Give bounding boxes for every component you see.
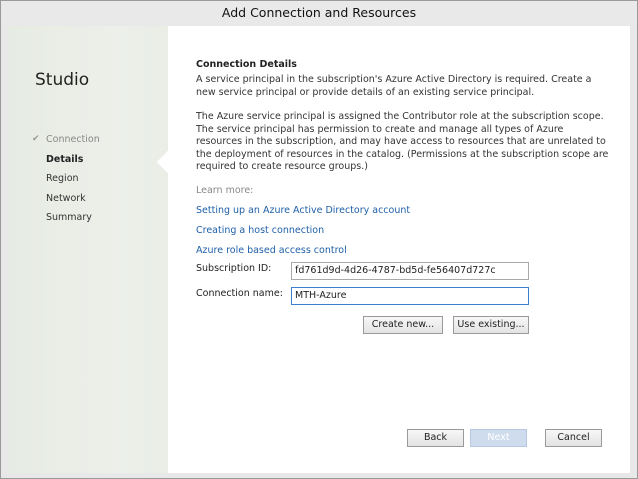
window-title: Add Connection and Resources — [1, 1, 637, 25]
step-label: Region — [46, 173, 79, 184]
wizard-sidebar: Studio ✔ Connection Details Region Netwo… — [8, 26, 168, 473]
intro-paragraph: A service principal in the subscription'… — [196, 74, 592, 98]
next-button[interactable]: Next — [470, 429, 527, 447]
step-details[interactable]: Details — [32, 150, 100, 170]
link-host-connection[interactable]: Creating a host connection — [196, 225, 611, 236]
check-icon: ✔ — [32, 134, 40, 144]
link-azure-rbac[interactable]: Azure role based access control — [196, 245, 611, 256]
dialog-window: Add Connection and Resources Studio ✔ Co… — [0, 0, 638, 479]
main-content: Connection Details A service principal i… — [196, 59, 611, 256]
subscription-id-field[interactable]: fd761d9d-4d26-4787-bd5d-fe56407d727c — [291, 262, 529, 280]
step-label: Network — [46, 192, 86, 204]
step-label: Summary — [46, 212, 92, 223]
permissions-paragraph: The Azure service principal is assigned … — [196, 111, 609, 172]
subscription-id-label: Subscription ID: — [196, 263, 272, 274]
back-button[interactable]: Back — [407, 429, 464, 447]
learn-more-label: Learn more: — [196, 184, 254, 196]
wizard-steps: ✔ Connection Details Region Network Summ… — [32, 130, 100, 228]
app-name: Studio — [35, 70, 90, 90]
dialog-client-area: Studio ✔ Connection Details Region Netwo… — [8, 26, 630, 473]
step-summary[interactable]: Summary — [32, 208, 100, 228]
cancel-button[interactable]: Cancel — [545, 429, 602, 447]
step-connection[interactable]: ✔ Connection — [32, 130, 100, 150]
link-azure-ad-account[interactable]: Setting up an Azure Active Directory acc… — [196, 205, 611, 216]
step-region[interactable]: Region — [32, 169, 100, 189]
step-label: Connection — [46, 134, 100, 145]
use-existing-button[interactable]: Use existing... — [453, 316, 529, 334]
step-network[interactable]: Network — [32, 189, 100, 209]
create-new-button[interactable]: Create new... — [363, 316, 443, 334]
connection-name-label: Connection name: — [196, 288, 283, 299]
connection-name-field[interactable]: MTH-Azure — [291, 287, 529, 305]
section-heading: Connection Details — [196, 59, 297, 70]
step-label: Details — [46, 153, 84, 165]
